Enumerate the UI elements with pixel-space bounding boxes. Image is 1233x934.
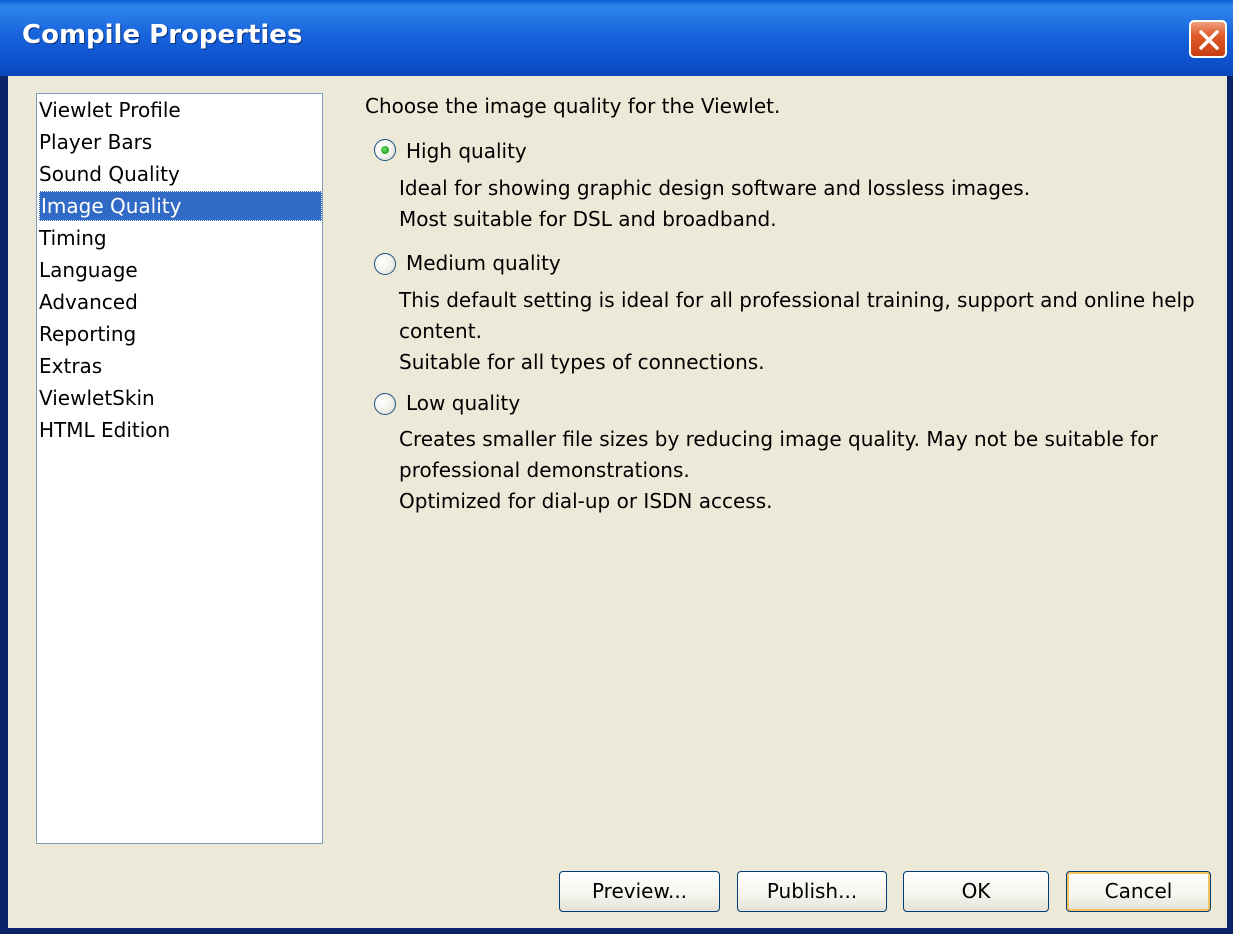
nav-item-viewlet-profile[interactable]: Viewlet Profile	[37, 95, 320, 125]
desc-line: Optimized for dial-up or ISDN access.	[399, 489, 773, 513]
desc-line: Ideal for showing graphic design softwar…	[399, 176, 1031, 200]
nav-item-viewletskin[interactable]: ViewletSkin	[37, 383, 320, 413]
medium-quality-radio[interactable]	[374, 253, 396, 275]
desc-line: Suitable for all types of connections.	[399, 350, 765, 374]
cancel-button[interactable]: Cancel	[1066, 871, 1211, 912]
nav-item-extras[interactable]: Extras	[37, 351, 320, 381]
medium-quality-label[interactable]: Medium quality	[406, 251, 561, 275]
high-quality-radio[interactable]	[374, 139, 396, 161]
desc-line: This default setting is ideal for all pr…	[399, 288, 1195, 312]
compile-properties-window: Compile Properties Viewlet Profile Playe…	[0, 0, 1233, 934]
nav-item-advanced[interactable]: Advanced	[37, 287, 320, 317]
window-title: Compile Properties	[22, 20, 303, 50]
section-heading: Choose the image quality for the Viewlet…	[365, 94, 781, 118]
high-quality-description: Ideal for showing graphic design softwar…	[399, 173, 1199, 235]
nav-item-timing[interactable]: Timing	[37, 223, 320, 253]
close-icon	[1199, 30, 1219, 50]
preview-button[interactable]: Preview...	[559, 871, 720, 912]
nav-item-language[interactable]: Language	[37, 255, 320, 285]
desc-line: Creates smaller file sizes by reducing i…	[399, 427, 1158, 451]
nav-item-image-quality[interactable]: Image Quality	[39, 191, 322, 221]
desc-line: professional demonstrations.	[399, 458, 690, 482]
title-bar[interactable]: Compile Properties	[0, 0, 1233, 76]
desc-line: Most suitable for DSL and broadband.	[399, 207, 777, 231]
nav-item-html-edition[interactable]: HTML Edition	[37, 415, 320, 445]
category-list[interactable]: Viewlet Profile Player Bars Sound Qualit…	[36, 93, 323, 844]
high-quality-label[interactable]: High quality	[406, 139, 527, 163]
medium-quality-description: This default setting is ideal for all pr…	[399, 285, 1199, 378]
low-quality-label[interactable]: Low quality	[406, 391, 520, 415]
nav-item-player-bars[interactable]: Player Bars	[37, 127, 320, 157]
desc-line: content.	[399, 319, 482, 343]
nav-item-reporting[interactable]: Reporting	[37, 319, 320, 349]
nav-item-sound-quality[interactable]: Sound Quality	[37, 159, 320, 189]
publish-button[interactable]: Publish...	[737, 871, 887, 912]
close-button[interactable]	[1189, 20, 1227, 58]
low-quality-description: Creates smaller file sizes by reducing i…	[399, 424, 1199, 517]
dialog-body: Viewlet Profile Player Bars Sound Qualit…	[8, 76, 1227, 928]
low-quality-radio[interactable]	[374, 393, 396, 415]
ok-button[interactable]: OK	[903, 871, 1049, 912]
